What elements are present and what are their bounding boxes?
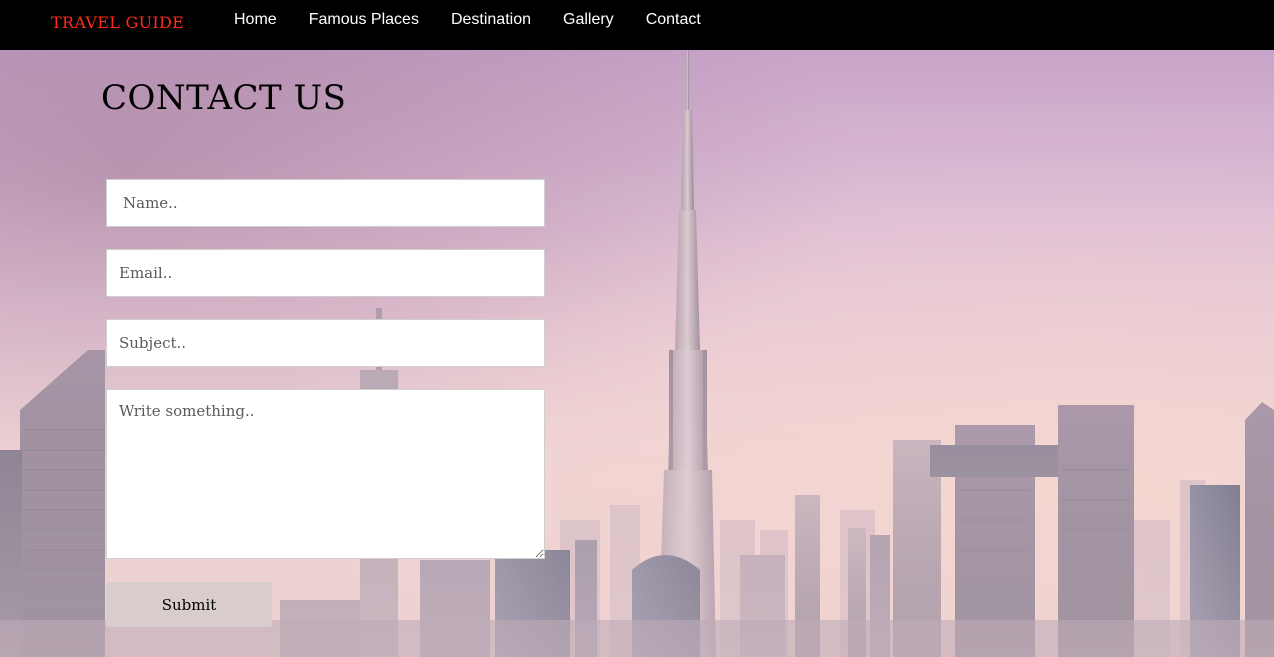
top-navbar: TRAVEL GUIDE Home Famous Places Destinat… bbox=[0, 0, 1274, 50]
nav-contact[interactable]: Contact bbox=[646, 10, 701, 30]
nav-famous-places[interactable]: Famous Places bbox=[309, 10, 419, 30]
nav-home[interactable]: Home bbox=[234, 10, 277, 30]
submit-button[interactable]: Submit bbox=[106, 582, 272, 627]
email-input[interactable] bbox=[106, 249, 545, 297]
nav-destination[interactable]: Destination bbox=[451, 10, 531, 30]
message-textarea[interactable] bbox=[106, 389, 545, 559]
subject-input[interactable] bbox=[106, 319, 545, 367]
nav-gallery[interactable]: Gallery bbox=[563, 10, 614, 30]
name-input[interactable] bbox=[106, 179, 545, 227]
site-logo[interactable]: TRAVEL GUIDE bbox=[51, 13, 184, 32]
page-title: CONTACT US bbox=[101, 78, 347, 118]
main-nav: Home Famous Places Destination Gallery C… bbox=[234, 10, 701, 30]
